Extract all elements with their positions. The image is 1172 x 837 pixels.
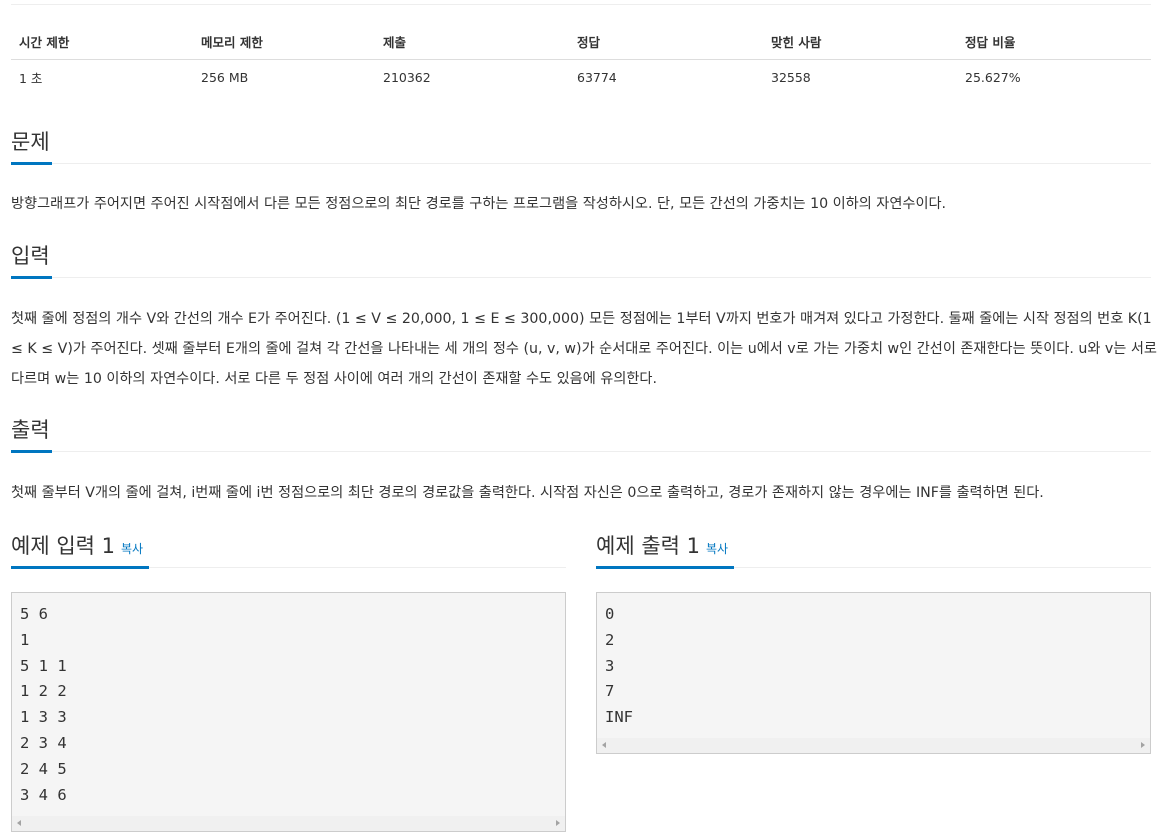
value-solved-users: 32558 [771,69,811,85]
info-value-row: 1 초 256 MB 210362 63774 32558 25.627% [11,60,1151,95]
info-header-row: 시간 제한 메모리 제한 제출 정답 맞힌 사람 정답 비율 [11,24,1151,60]
sample-output-copy-button[interactable]: 복사 [706,542,728,556]
input-headline: 입력 [11,241,1151,279]
value-time-limit: 1 초 [19,70,43,86]
value-memory-limit: 256 MB [201,69,249,85]
problem-info-table: 시간 제한 메모리 제한 제출 정답 맞힌 사람 정답 비율 1 초 256 M… [11,24,1151,94]
sample-input-content: 5 6 1 5 1 1 1 2 2 1 3 3 2 3 4 2 4 5 3 4 … [20,605,67,804]
sample-output-headline: 예제 출력 1 복사 [596,531,1151,569]
sample-input-headline: 예제 입력 1 복사 [11,531,566,569]
sample-input-copy-button[interactable]: 복사 [121,542,143,556]
scroll-left-arrow-icon[interactable] [602,742,606,748]
input-title: 입력 [11,241,52,279]
sample-output-scrollbar[interactable] [597,738,1150,753]
value-accepted: 63774 [577,69,617,85]
output-headline: 출력 [11,415,1151,453]
sample-output-title-text: 예제 출력 1 [596,534,700,558]
output-title: 출력 [11,415,52,453]
scroll-left-arrow-icon[interactable] [17,820,21,826]
header-submissions: 제출 [375,24,569,60]
header-accepted: 정답 [569,24,763,60]
problem-headline: 문제 [11,127,1151,165]
sample-input-title: 예제 입력 1 복사 [11,531,150,569]
problem-description: 방향그래프가 주어지면 주어진 시작점에서 다른 모든 정점으로의 최단 경로를… [11,196,947,212]
sample-output-content: 0 2 3 7 INF [605,605,633,727]
header-solved-users: 맞힌 사람 [763,24,957,60]
input-description: 첫째 줄에 정점의 개수 V와 간선의 개수 E가 주어진다. (1 ≤ V ≤… [11,311,1157,387]
sample-input-title-text: 예제 입력 1 [11,534,115,558]
header-memory-limit: 메모리 제한 [193,24,375,60]
sample-input-scrollbar[interactable] [12,816,565,831]
scroll-right-arrow-icon[interactable] [1141,742,1145,748]
sample-input-box[interactable]: 5 6 1 5 1 1 1 2 2 1 3 3 2 3 4 2 4 5 3 4 … [11,592,566,832]
problem-title: 문제 [11,127,52,165]
scroll-right-arrow-icon[interactable] [556,820,560,826]
header-time-limit: 시간 제한 [11,24,193,60]
value-submissions: 210362 [383,69,431,85]
top-divider [11,4,1151,5]
value-accept-ratio: 25.627% [965,69,1021,85]
header-accept-ratio: 정답 비율 [957,24,1151,60]
sample-output-box[interactable]: 0 2 3 7 INF [596,592,1151,754]
sample-output-title: 예제 출력 1 복사 [596,531,735,569]
output-description: 첫째 줄부터 V개의 줄에 걸쳐, i번째 줄에 i번 정점으로의 최단 경로의… [11,485,1044,501]
